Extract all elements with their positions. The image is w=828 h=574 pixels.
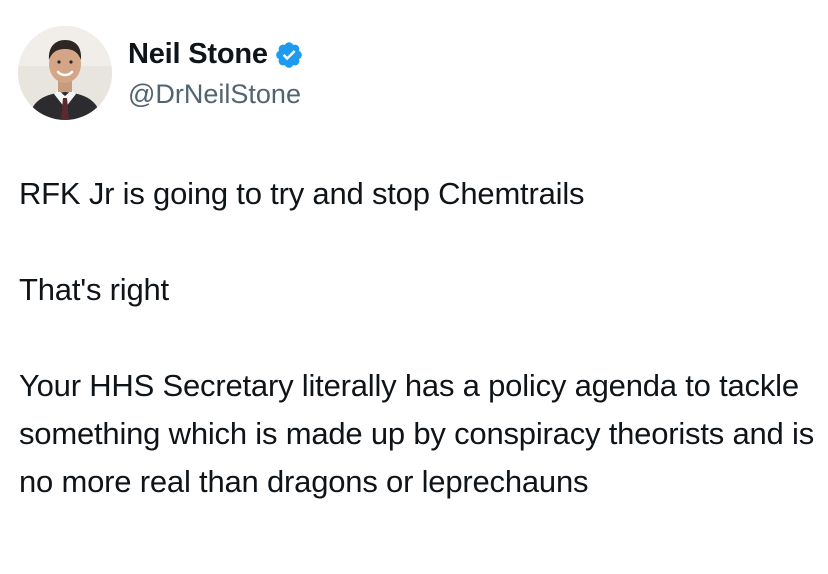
tweet-header: Neil Stone @DrNeilStone <box>18 25 304 121</box>
tweet-paragraph: Your HHS Secretary literally has a polic… <box>19 368 814 499</box>
author-handle[interactable]: @DrNeilStone <box>128 79 304 110</box>
author-info: Neil Stone @DrNeilStone <box>128 37 304 110</box>
avatar[interactable] <box>18 26 112 120</box>
tweet-paragraph: That's right <box>19 272 169 307</box>
tweet-paragraph: RFK Jr is going to try and stop Chemtrai… <box>19 176 585 211</box>
name-row: Neil Stone <box>128 37 304 73</box>
author-display-name[interactable]: Neil Stone <box>128 38 268 71</box>
tweet-card: Neil Stone @DrNeilStone RFK Jr is going … <box>0 0 828 574</box>
verified-badge-icon[interactable] <box>274 40 304 70</box>
avatar-photo <box>18 26 112 120</box>
tweet-text: RFK Jr is going to try and stop Chemtrai… <box>19 170 819 506</box>
